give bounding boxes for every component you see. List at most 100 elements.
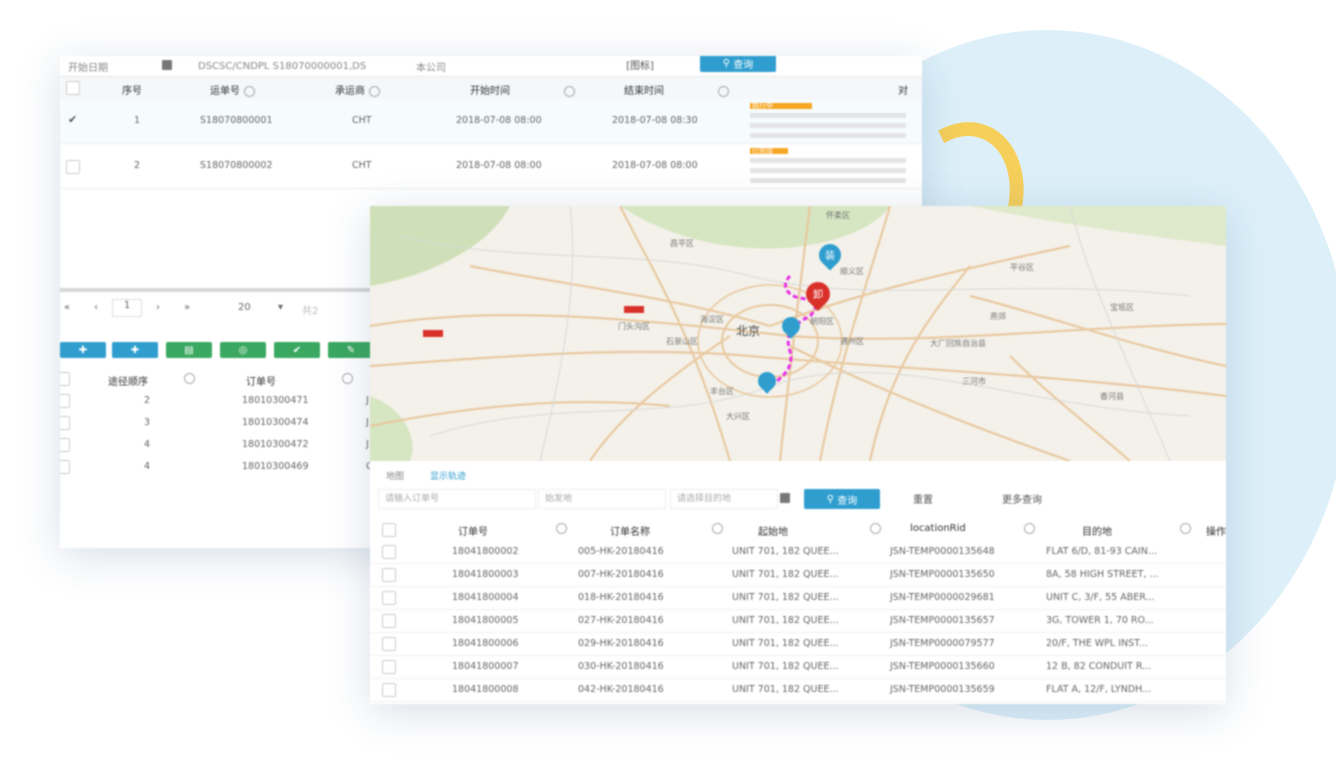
reset-button[interactable]: 重置 xyxy=(890,489,956,507)
calendar-icon[interactable] xyxy=(780,493,790,503)
filter-icon[interactable] xyxy=(1180,523,1191,534)
row-checkbox[interactable] xyxy=(382,660,396,674)
route-map[interactable]: 北京 门头沟区 石景山区 丰台区 大兴区 通州区 顺义区 平谷区 三河市 燕郊 … xyxy=(370,206,1226,461)
table-row[interactable]: 2 S18070800002 CHT 2018-07-08 08:00 2018… xyxy=(60,144,922,189)
waypoint-marker-icon[interactable] xyxy=(754,368,780,394)
map-city-label: 北京 xyxy=(736,324,761,338)
locate-button[interactable]: ◎ xyxy=(220,342,266,358)
progress-bar xyxy=(750,158,906,163)
row-checkbox[interactable] xyxy=(60,416,70,430)
table-row[interactable]: 4 18010300469 C xyxy=(60,456,373,478)
list-button[interactable]: ▤ xyxy=(166,342,212,358)
status-badge: 执行中 xyxy=(750,103,812,110)
prev-page-button[interactable]: ‹ xyxy=(94,302,98,313)
check-icon[interactable]: ✔ xyxy=(68,113,77,126)
company-input[interactable]: 本公司 xyxy=(416,59,446,74)
progress-bar xyxy=(750,178,906,183)
row-checkbox[interactable] xyxy=(60,460,70,474)
filter-icon[interactable] xyxy=(1024,523,1035,534)
map-label: 燕郊 xyxy=(990,312,1006,321)
progress-bar xyxy=(750,133,906,138)
filter-icon[interactable] xyxy=(712,523,723,534)
table-row[interactable]: 18041800008 042-HK-20180416 UNIT 701, 18… xyxy=(370,678,1226,702)
row-checkbox[interactable] xyxy=(60,394,70,408)
row-checkbox[interactable] xyxy=(66,160,80,174)
progress-bar xyxy=(750,113,906,118)
select-all-checkbox[interactable] xyxy=(66,81,80,95)
map-label: 平谷区 xyxy=(1010,263,1034,272)
filter-icon[interactable] xyxy=(244,85,255,97)
order-filter-bar: 请输入订单号 始发地 请选择目的地 ⚲ 查询 重置 更多查询 xyxy=(370,486,1226,512)
waybill-table-header: 序号 运单号 承运商 开始时间 结束时间 对 xyxy=(60,76,922,100)
waybill-number-input[interactable]: DSCSC/CNDPL S18070000001,DS xyxy=(198,61,366,72)
row-checkbox[interactable] xyxy=(382,568,396,582)
map-label: 顺义区 xyxy=(840,267,864,276)
row-checkbox[interactable] xyxy=(382,591,396,605)
calendar-icon[interactable] xyxy=(162,60,172,70)
reset-button[interactable]: [图标] xyxy=(608,56,672,72)
last-page-button[interactable]: » xyxy=(184,302,190,313)
filter-icon[interactable] xyxy=(184,373,195,384)
page-size-select[interactable]: 20 xyxy=(238,302,251,313)
search-icon: ⚲ xyxy=(826,493,835,505)
table-row[interactable]: 18041800006 029-HK-20180416 UNIT 701, 18… xyxy=(370,632,1226,656)
origin-input[interactable]: 始发地 xyxy=(538,489,666,509)
end-marker-icon[interactable]: 卸 xyxy=(801,277,835,311)
table-row[interactable]: 18041800002 005-HK-20180416 UNIT 701, 18… xyxy=(370,540,1226,564)
table-row[interactable]: 18041800003 007-HK-20180416 UNIT 701, 18… xyxy=(370,563,1226,587)
add-stop-button[interactable]: ✚ xyxy=(112,342,158,358)
row-checkbox[interactable] xyxy=(382,637,396,651)
start-date-input[interactable]: 开始日期 xyxy=(68,59,108,74)
total-count: 共2 xyxy=(302,306,319,317)
table-row[interactable]: 18041800005 027-HK-20180416 UNIT 701, 18… xyxy=(370,609,1226,633)
table-row[interactable]: 2 18010300471 J xyxy=(60,390,370,412)
progress-bar xyxy=(750,168,906,173)
search-icon: ⚲ xyxy=(722,57,731,69)
order-table-header: 订单号 订单名称 起始地 locationRid 目的地 操作 xyxy=(370,518,1226,540)
page-input[interactable]: 1 xyxy=(112,299,142,317)
edit-button[interactable]: ✎ xyxy=(328,342,374,358)
table-row[interactable]: 18041800004 018-HK-20180416 UNIT 701, 18… xyxy=(370,586,1226,610)
stops-table-header: 途径顺序 订单号 xyxy=(60,368,370,390)
table-row[interactable]: 3 18010300474 J xyxy=(60,412,370,434)
col-start[interactable]: 开始时间 xyxy=(470,82,575,97)
chevron-down-icon[interactable]: ▾ xyxy=(278,302,283,313)
start-marker-icon[interactable]: 装 xyxy=(814,239,846,271)
search-button[interactable]: ⚲ 查询 xyxy=(804,489,880,509)
col-waybill[interactable]: 运单号 xyxy=(210,82,255,97)
select-all-checkbox[interactable] xyxy=(382,523,396,537)
more-search-button[interactable]: 更多查询 xyxy=(974,489,1070,507)
confirm-button[interactable]: ✔ xyxy=(274,342,320,358)
table-row[interactable]: ✔ 1 S18070800001 CHT 2018-07-08 08:00 20… xyxy=(60,99,922,144)
row-checkbox[interactable] xyxy=(382,683,396,697)
waypoint-marker-icon[interactable] xyxy=(778,313,804,339)
next-page-button[interactable]: › xyxy=(156,302,160,313)
show-track-link[interactable]: 显示轨迹 xyxy=(430,469,466,482)
first-page-button[interactable]: « xyxy=(64,302,70,313)
filter-icon[interactable] xyxy=(870,523,881,534)
row-checkbox[interactable] xyxy=(382,614,396,628)
map-label: 怀柔区 xyxy=(826,211,850,220)
map-label: 石景山区 xyxy=(666,337,698,346)
map-label: 大厂回族自治县 xyxy=(930,339,986,348)
filter-bar: 开始日期 DSCSC/CNDPL S18070000001,DS 本公司 [图标… xyxy=(60,56,922,76)
col-end[interactable]: 结束时间 xyxy=(624,82,729,97)
map-label: 通州区 xyxy=(840,337,864,346)
destination-select[interactable]: 请选择目的地 xyxy=(670,489,778,509)
select-all-checkbox[interactable] xyxy=(60,372,70,386)
table-row[interactable]: 4 18010300472 J xyxy=(60,434,370,456)
col-index: 序号 xyxy=(122,86,142,97)
filter-icon[interactable] xyxy=(556,523,567,534)
row-checkbox[interactable] xyxy=(382,545,396,559)
table-row[interactable]: 18041800007 030-HK-20180416 UNIT 701, 18… xyxy=(370,655,1226,679)
filter-icon[interactable] xyxy=(718,85,729,97)
filter-icon[interactable] xyxy=(564,85,575,97)
col-carrier[interactable]: 承运商 xyxy=(335,82,380,97)
filter-icon[interactable] xyxy=(369,85,380,97)
filter-icon[interactable] xyxy=(342,373,353,384)
map-label: 门头沟区 xyxy=(618,322,650,331)
search-button[interactable]: ⚲ 查询 xyxy=(700,56,776,72)
order-number-input[interactable]: 请输入订单号 xyxy=(378,489,536,509)
add-button[interactable]: ✚ xyxy=(60,342,106,358)
row-checkbox[interactable] xyxy=(60,438,70,452)
